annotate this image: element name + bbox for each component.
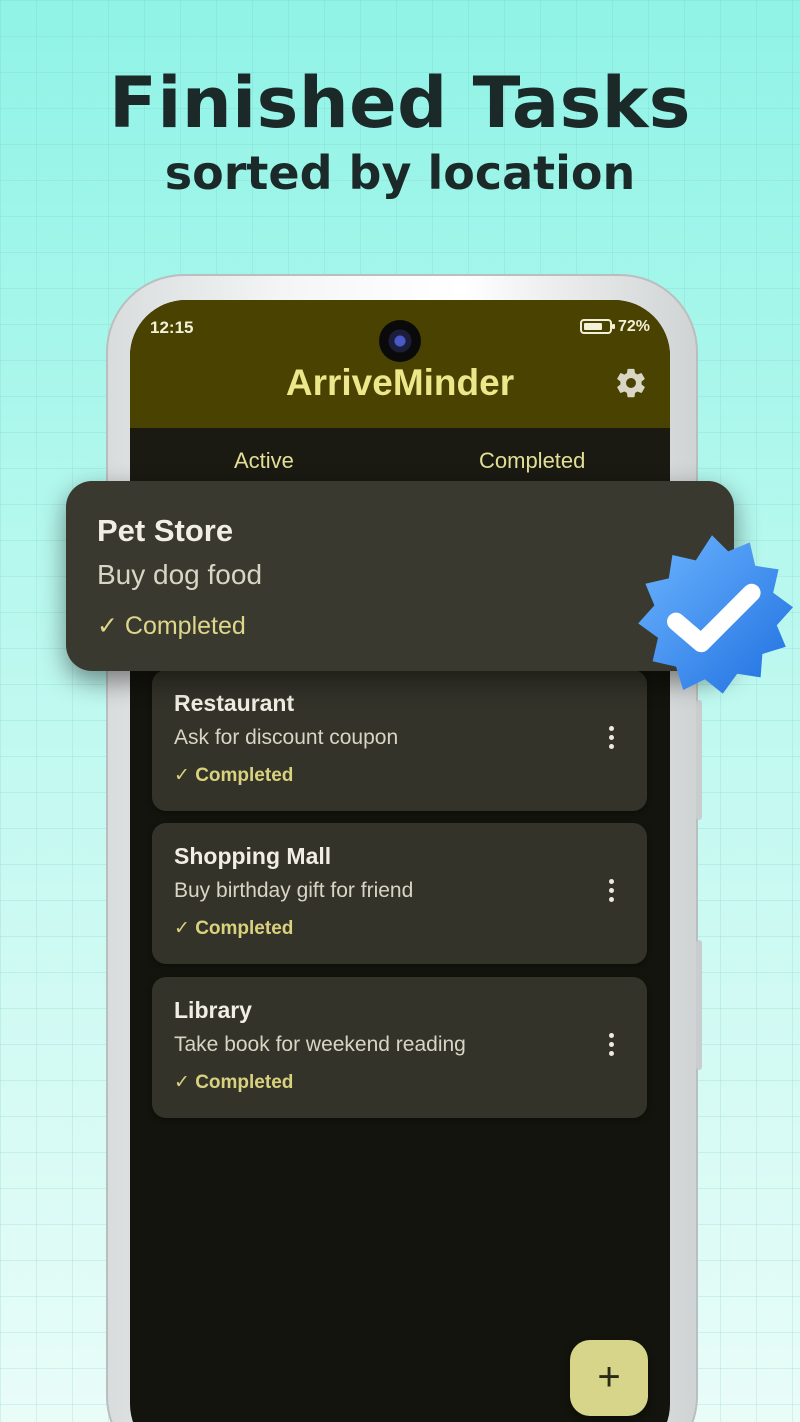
gear-icon[interactable]: [614, 366, 648, 400]
featured-task-description: Buy dog food: [97, 559, 263, 590]
task-status: ✓ Completed: [174, 1072, 294, 1093]
featured-task-status: ✓ Completed: [97, 612, 246, 640]
plus-icon: +: [597, 1355, 621, 1399]
promo-headline: Finished Tasks: [109, 62, 691, 144]
task-location: Restaurant: [174, 690, 295, 716]
more-vertical-icon[interactable]: [604, 879, 618, 907]
task-card[interactable]: Shopping Mall Buy birthday gift for frie…: [152, 823, 647, 964]
task-status: ✓ Completed: [174, 765, 294, 786]
phone-side-button: [696, 700, 702, 820]
verified-badge-icon: [638, 535, 793, 694]
app-title: ArriveMinder: [285, 362, 515, 403]
task-description: Take book for weekend reading: [174, 1033, 466, 1056]
task-description: Ask for discount coupon: [174, 726, 399, 749]
add-task-button[interactable]: +: [570, 1340, 648, 1416]
more-vertical-icon[interactable]: [604, 726, 618, 754]
task-status: ✓ Completed: [174, 918, 294, 939]
status-time: 12:15: [150, 318, 194, 337]
camera-icon: [379, 320, 421, 362]
featured-task-location: Pet Store: [97, 513, 234, 548]
promo-subline: sorted by location: [164, 146, 636, 200]
task-card[interactable]: Restaurant Ask for discount coupon ✓ Com…: [152, 670, 647, 811]
task-location: Shopping Mall: [174, 843, 332, 869]
task-card[interactable]: Library Take book for weekend reading ✓ …: [152, 977, 647, 1118]
tab-active[interactable]: Active: [234, 448, 294, 474]
app-bar: 12:15 72% ArriveMinder: [130, 300, 670, 428]
battery-icon: [580, 319, 615, 334]
task-location: Library: [174, 997, 252, 1023]
more-vertical-icon[interactable]: [604, 1033, 618, 1061]
phone-side-button: [696, 940, 702, 1070]
battery-level: 72%: [618, 318, 651, 335]
task-description: Buy birthday gift for friend: [174, 879, 414, 902]
tab-completed[interactable]: Completed: [479, 448, 585, 474]
